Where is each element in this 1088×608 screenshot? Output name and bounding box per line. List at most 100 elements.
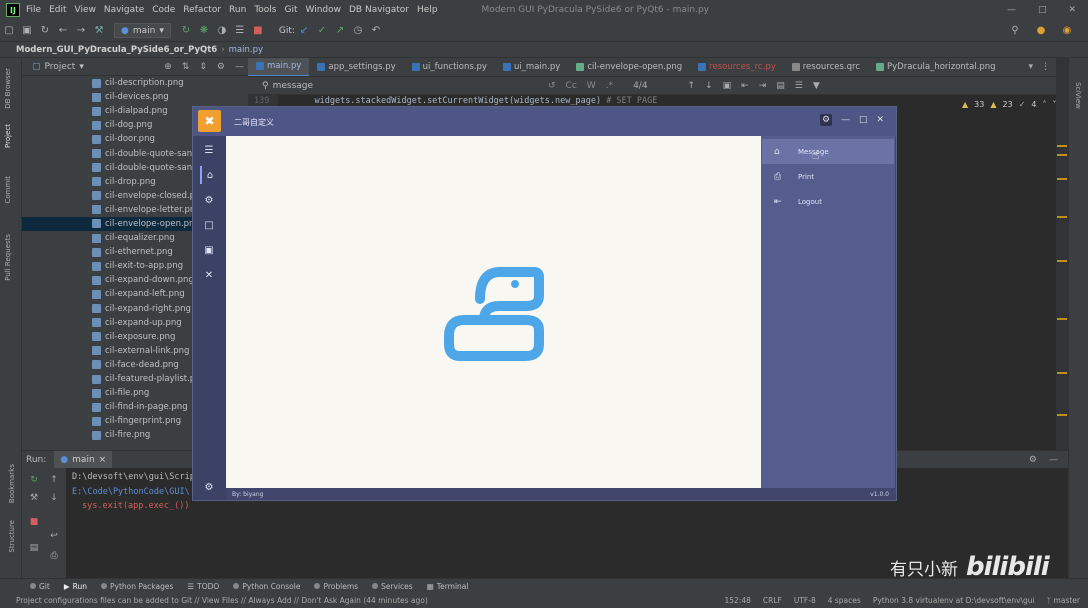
whole-word-toggle[interactable]: W (587, 81, 596, 91)
tabs-list-icon[interactable]: ▾ (1028, 62, 1033, 72)
error-stripe-mark[interactable] (1057, 260, 1067, 262)
file-encoding[interactable]: UTF-8 (794, 596, 816, 605)
menu-tools[interactable]: Tools (254, 5, 276, 15)
debug-icon[interactable]: ❋ (195, 22, 213, 40)
rollback-icon[interactable]: ↶ (367, 22, 385, 40)
right-menu-logout[interactable]: ⇤ Logout (762, 189, 894, 214)
stop-icon[interactable]: ■ (249, 22, 267, 40)
right-menu-message[interactable]: ⌂ Message (762, 139, 894, 164)
soft-wrap-icon[interactable]: ↩ (48, 530, 60, 542)
clear-search-icon[interactable]: ↺ (548, 81, 556, 91)
tab-services[interactable]: Services (372, 582, 413, 591)
tool-sciview[interactable]: SciView (1074, 82, 1082, 109)
hide-icon[interactable]: — (1049, 455, 1058, 465)
coverage-icon[interactable]: ◑ (213, 22, 231, 40)
exit-icon[interactable]: ✕ (200, 266, 218, 284)
run-config-select[interactable]: ● main ▾ (114, 23, 171, 38)
tool-bookmarks[interactable]: Bookmarks (8, 464, 16, 503)
home-icon[interactable]: ⌂ (200, 166, 218, 184)
down-icon[interactable]: ↓ (48, 492, 60, 504)
filter-icon[interactable]: ▼ (813, 81, 820, 91)
menu-code[interactable]: Code (152, 5, 175, 15)
menu-db-navigator[interactable]: DB Navigator (349, 5, 409, 15)
tab-terminal[interactable]: ▦ Terminal (427, 582, 469, 591)
minimize-icon[interactable]: — (1007, 5, 1016, 15)
open-folder-icon[interactable]: ▢ (0, 22, 18, 40)
stop-icon[interactable]: ■ (28, 516, 40, 528)
match-case-toggle[interactable]: Cc (566, 81, 577, 91)
gear-icon[interactable]: ⚙ (217, 62, 225, 72)
error-stripe-mark[interactable] (1057, 372, 1067, 374)
editor-tab[interactable]: PyDracula_horizontal.png (868, 58, 1004, 76)
python-interpreter[interactable]: Python 3.8 virtualenv at D:\devsoft\env\… (873, 596, 1035, 605)
editor-tab[interactable]: main.py (248, 58, 310, 76)
select-all-icon[interactable]: ▣ (723, 81, 732, 91)
rerun-icon[interactable]: ↻ (177, 22, 195, 40)
prev-match-icon[interactable]: ↑ (688, 81, 696, 91)
menu-help[interactable]: Help (417, 5, 438, 15)
error-stripe-mark[interactable] (1057, 414, 1067, 416)
line-separator[interactable]: CRLF (763, 596, 782, 605)
next-match-icon[interactable]: ↓ (705, 81, 713, 91)
status-message[interactable]: Project configurations files can be adde… (16, 596, 428, 605)
menu-navigate[interactable]: Navigate (104, 5, 144, 15)
inspection-widget[interactable]: ▲ 33 ▲ 23 ✓ 4 ˄ ˅ (962, 100, 1056, 109)
widgets-icon[interactable]: ⚙ (200, 191, 218, 209)
app-close-button[interactable]: ✕ (877, 115, 885, 125)
menu-refactor[interactable]: Refactor (183, 5, 221, 15)
app-title-bar[interactable] (193, 107, 896, 136)
error-stripe-mark[interactable] (1057, 318, 1067, 320)
git-commit-icon[interactable]: ✓ (313, 22, 331, 40)
close-icon[interactable]: ✕ (1068, 5, 1076, 15)
rerun-icon[interactable]: ↻ (28, 474, 40, 486)
menu-git[interactable]: Git (284, 5, 297, 15)
breadcrumb-file[interactable]: main.py (229, 45, 263, 55)
tab-python-packages[interactable]: Python Packages (101, 582, 173, 591)
editor-tab[interactable]: resources_rc.py (690, 58, 784, 76)
locate-icon[interactable]: ⊕ (164, 62, 172, 72)
editor-tab[interactable]: cil-envelope-open.png (568, 58, 690, 76)
chevron-up-icon[interactable]: ˄ (1042, 100, 1046, 109)
tab-git[interactable]: Git (30, 582, 50, 591)
sync-icon[interactable]: ↻ (36, 22, 54, 40)
history-icon[interactable]: ◷ (349, 22, 367, 40)
hammer-icon[interactable]: ⚒ (90, 22, 108, 40)
error-stripe-mark[interactable] (1057, 216, 1067, 218)
menu-file[interactable]: File (26, 5, 41, 15)
caret-position[interactable]: 152:48 (725, 596, 751, 605)
settings-gear-button[interactable]: ⚙ (820, 114, 832, 126)
tab-run[interactable]: ▶ Run (64, 582, 87, 591)
tool-db-browser[interactable]: DB Browser (4, 68, 12, 109)
app-minimize-button[interactable]: — (841, 115, 850, 125)
remove-occurrence-icon[interactable]: ⇥ (759, 81, 767, 91)
regex-toggle[interactable]: .* (606, 81, 613, 91)
editor-tab[interactable]: ui_main.py (495, 58, 568, 76)
hamburger-menu-icon[interactable]: ☰ (200, 141, 218, 159)
save-all-icon[interactable]: ▣ (18, 22, 36, 40)
menu-window[interactable]: Window (306, 5, 342, 15)
wrench-icon[interactable]: ⚒ (28, 492, 40, 504)
chevron-down-icon[interactable]: ▾ (79, 62, 84, 72)
tool-pull-requests[interactable]: Pull Requests (4, 234, 12, 281)
menu-run[interactable]: Run (229, 5, 246, 15)
gear-icon[interactable]: ⚙ (1029, 455, 1037, 465)
error-stripe-mark[interactable] (1057, 154, 1067, 156)
error-stripe-mark[interactable] (1057, 145, 1067, 147)
profile-icon[interactable]: ☰ (231, 22, 249, 40)
up-icon[interactable]: ↑ (48, 474, 60, 486)
git-update-icon[interactable]: ↙ (295, 22, 313, 40)
add-occurrence-icon[interactable]: ⇤ (741, 81, 749, 91)
search-input[interactable]: message (273, 81, 313, 91)
git-branch[interactable]: ᛉ master (1047, 596, 1080, 605)
tab-todo[interactable]: ☰ TODO (187, 582, 219, 591)
update-icon[interactable]: ● (1032, 22, 1050, 40)
search-icon[interactable]: ⚲ (1006, 22, 1024, 40)
file-tree-item[interactable]: cil-devices.png (22, 90, 248, 104)
menu-view[interactable]: View (75, 5, 96, 15)
close-icon[interactable]: × (99, 455, 107, 465)
new-page-icon[interactable]: □ (200, 216, 218, 234)
multi-select-icon[interactable]: ▤ (776, 81, 785, 91)
tab-python-console[interactable]: Python Console (233, 582, 300, 591)
options-icon[interactable]: ☰ (795, 81, 803, 91)
app-maximize-button[interactable]: □ (859, 115, 868, 125)
